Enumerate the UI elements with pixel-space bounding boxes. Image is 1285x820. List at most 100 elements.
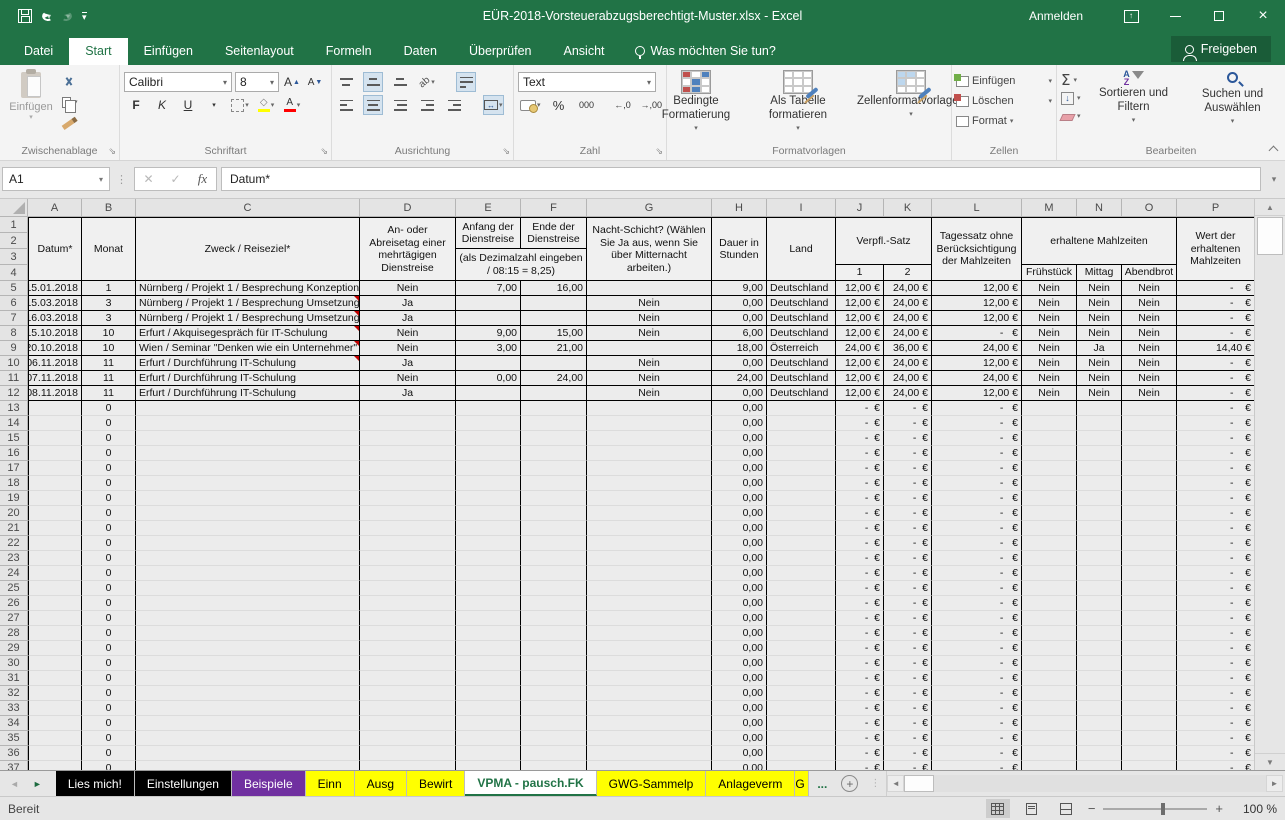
cell-M12[interactable]: Nein [1022, 386, 1077, 401]
cell-D19[interactable] [360, 491, 456, 506]
cell-N16[interactable] [1077, 446, 1122, 461]
cell-K8[interactable]: 24,00 € [884, 326, 932, 341]
cell-F28[interactable] [521, 626, 587, 641]
accounting-format-button[interactable]: ▾ [520, 95, 541, 115]
cell-H26[interactable]: 0,00 [712, 596, 767, 611]
cell-K14[interactable]: - € [884, 416, 932, 431]
cell-K25[interactable]: - € [884, 581, 932, 596]
header-cell-O4[interactable]: Abendbrot [1122, 265, 1177, 281]
cell-I23[interactable] [767, 551, 836, 566]
column-header-B[interactable]: B [82, 199, 136, 217]
cell-I31[interactable] [767, 671, 836, 686]
delete-cells-button[interactable]: Löschen▾ [956, 93, 1052, 109]
cell-H10[interactable]: 0,00 [712, 356, 767, 371]
cell-A5[interactable]: 15.01.2018 [28, 281, 82, 296]
cell-E14[interactable] [456, 416, 521, 431]
cell-A33[interactable] [28, 701, 82, 716]
cell-B22[interactable]: 0 [82, 536, 136, 551]
vertical-scrollbar[interactable]: ▲ ▼ [1254, 199, 1285, 770]
tab-überprüfen[interactable]: Überprüfen [453, 38, 548, 65]
cell-E12[interactable] [456, 386, 521, 401]
row-header-24[interactable]: 24 [0, 566, 28, 581]
cell-D14[interactable] [360, 416, 456, 431]
insert-cells-button[interactable]: Einfügen▾ [956, 73, 1052, 89]
cell-P13[interactable]: - € [1177, 401, 1254, 416]
cell-A37[interactable] [28, 761, 82, 770]
cell-N25[interactable] [1077, 581, 1122, 596]
cell-E13[interactable] [456, 401, 521, 416]
cell-G31[interactable] [587, 671, 712, 686]
cell-E34[interactable] [456, 716, 521, 731]
cell-A9[interactable]: 20.10.2018 [28, 341, 82, 356]
row-header-25[interactable]: 25 [0, 581, 28, 596]
cell-H24[interactable]: 0,00 [712, 566, 767, 581]
view-page-break-button[interactable] [1054, 799, 1078, 818]
cell-K12[interactable]: 24,00 € [884, 386, 932, 401]
cell-A8[interactable]: 15.10.2018 [28, 326, 82, 341]
cell-M37[interactable] [1022, 761, 1077, 770]
cell-E27[interactable] [456, 611, 521, 626]
cell-B37[interactable]: 0 [82, 761, 136, 770]
cell-J5[interactable]: 12,00 € [836, 281, 884, 296]
cell-E28[interactable] [456, 626, 521, 641]
orientation-button[interactable]: ab▾ [417, 72, 437, 92]
cell-C21[interactable] [136, 521, 360, 536]
cell-L17[interactable]: - € [932, 461, 1022, 476]
cell-A7[interactable]: 16.03.2018 [28, 311, 82, 326]
header-cell-C1[interactable]: Zweck / Reiseziel* [136, 217, 360, 281]
cell-N6[interactable]: Nein [1077, 296, 1122, 311]
cell-O26[interactable] [1122, 596, 1177, 611]
cell-L20[interactable]: - € [932, 506, 1022, 521]
minimize-button[interactable] [1153, 0, 1197, 32]
column-header-E[interactable]: E [456, 199, 521, 217]
cell-H31[interactable]: 0,00 [712, 671, 767, 686]
cell-O36[interactable] [1122, 746, 1177, 761]
cell-G22[interactable] [587, 536, 712, 551]
cell-J12[interactable]: 12,00 € [836, 386, 884, 401]
cell-C22[interactable] [136, 536, 360, 551]
cell-L32[interactable]: - € [932, 686, 1022, 701]
cell-B13[interactable]: 0 [82, 401, 136, 416]
save-icon[interactable] [18, 9, 32, 23]
vertical-scroll-track[interactable] [1255, 256, 1285, 753]
cell-P24[interactable]: - € [1177, 566, 1254, 581]
sheet-tab-lies-mich-[interactable]: Lies mich! [56, 771, 135, 796]
zoom-slider-thumb[interactable] [1161, 803, 1165, 815]
cell-P14[interactable]: - € [1177, 416, 1254, 431]
cell-N36[interactable] [1077, 746, 1122, 761]
row-header-2[interactable]: 2 [0, 233, 28, 249]
cell-N9[interactable]: Ja [1077, 341, 1122, 356]
cell-G17[interactable] [587, 461, 712, 476]
horizontal-scrollbar[interactable]: ◄ ► [886, 771, 1283, 796]
cell-P16[interactable]: - € [1177, 446, 1254, 461]
cell-E25[interactable] [456, 581, 521, 596]
scroll-right-icon[interactable]: ► [1266, 775, 1283, 792]
cell-C35[interactable] [136, 731, 360, 746]
cell-M23[interactable] [1022, 551, 1077, 566]
cell-M7[interactable]: Nein [1022, 311, 1077, 326]
cell-E20[interactable] [456, 506, 521, 521]
cell-C18[interactable] [136, 476, 360, 491]
cell-B32[interactable]: 0 [82, 686, 136, 701]
cell-P15[interactable]: - € [1177, 431, 1254, 446]
cell-P33[interactable]: - € [1177, 701, 1254, 716]
cell-J34[interactable]: - € [836, 716, 884, 731]
cell-D10[interactable]: Ja [360, 356, 456, 371]
row-header-29[interactable]: 29 [0, 641, 28, 656]
decrease-font-button[interactable]: A▼ [305, 72, 325, 92]
row-header-33[interactable]: 33 [0, 701, 28, 716]
cell-F7[interactable] [521, 311, 587, 326]
header-cell-D1[interactable]: An- oder Abreisetag einer mehrtägigen Di… [360, 217, 456, 281]
cell-E10[interactable] [456, 356, 521, 371]
cell-M25[interactable] [1022, 581, 1077, 596]
cell-I6[interactable]: Deutschland [767, 296, 836, 311]
cell-G11[interactable]: Nein [587, 371, 712, 386]
format-painter-button[interactable] [62, 114, 78, 130]
cell-N12[interactable]: Nein [1077, 386, 1122, 401]
cell-J6[interactable]: 12,00 € [836, 296, 884, 311]
sheet-tab-anlageverm[interactable]: Anlageverm [706, 771, 795, 796]
cell-N13[interactable] [1077, 401, 1122, 416]
share-button[interactable]: Freigeben [1171, 36, 1271, 62]
cell-A14[interactable] [28, 416, 82, 431]
cell-F33[interactable] [521, 701, 587, 716]
